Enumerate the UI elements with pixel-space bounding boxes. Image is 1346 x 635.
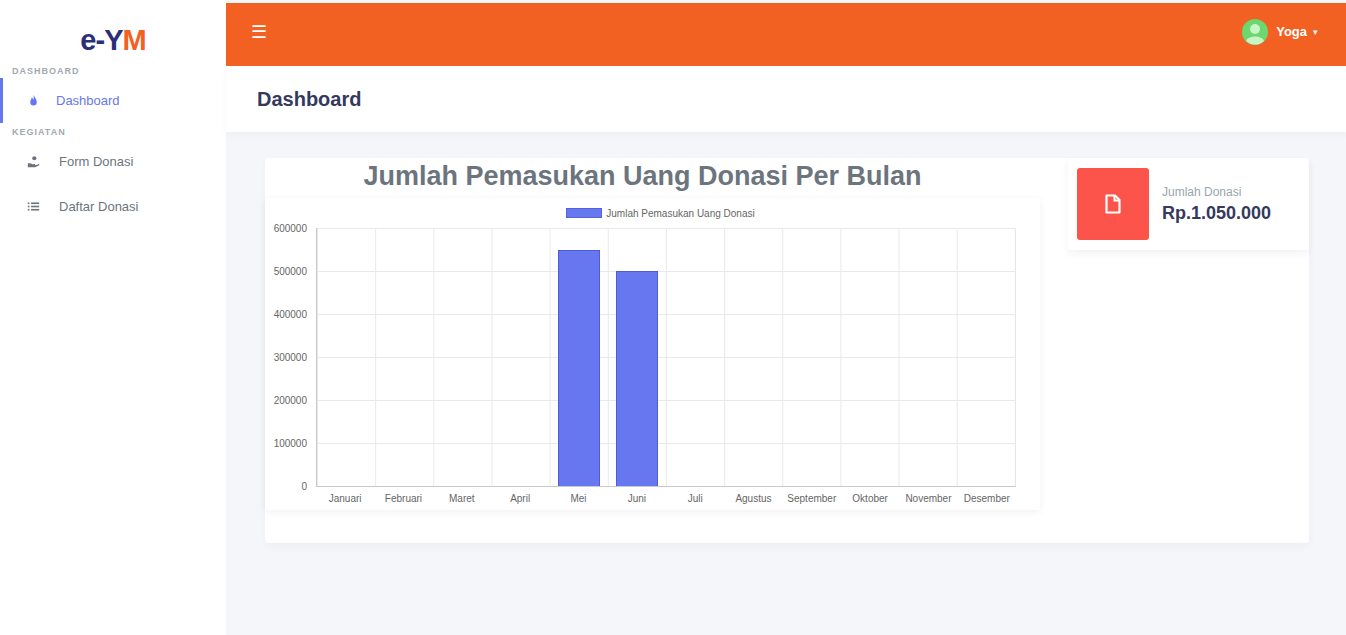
- bar[interactable]: [616, 271, 658, 486]
- menu-toggle[interactable]: ☰: [251, 23, 267, 41]
- stat-text: Jumlah Donasi Rp.1.050.000: [1162, 185, 1271, 224]
- stat-value: Rp.1.050.000: [1162, 203, 1271, 224]
- file-icon: [1105, 194, 1121, 214]
- logo-part: M: [122, 24, 145, 56]
- bar-slot: [375, 228, 433, 486]
- x-tick: Oktober: [841, 493, 899, 504]
- sidebar: e-YMDASHBOARDDashboardKEGIATANForm Donas…: [0, 0, 226, 635]
- dashboard-card: Jumlah Pemasukan Uang Donasi Per BulanJu…: [265, 158, 1309, 543]
- bar-slot: [841, 228, 899, 486]
- stat-card: Jumlah Donasi Rp.1.050.000: [1068, 158, 1309, 250]
- chart-column: Jumlah Pemasukan Uang Donasi Per BulanJu…: [265, 158, 1040, 543]
- legend-swatch: [566, 208, 602, 218]
- sidebar-item[interactable]: Form Donasi: [0, 139, 226, 184]
- x-tick: Juli: [666, 493, 724, 504]
- list-icon: [27, 200, 40, 213]
- bar-slot: [957, 228, 1015, 486]
- sidebar-item-label: Dashboard: [56, 93, 120, 108]
- x-tick: November: [899, 493, 957, 504]
- bar-slot: [433, 228, 491, 486]
- logo[interactable]: e-YM: [0, 0, 226, 62]
- page-title: Dashboard: [257, 88, 361, 111]
- x-tick: Agustus: [724, 493, 782, 504]
- sidebar-item-label: Form Donasi: [59, 154, 133, 169]
- stat-icon-box: [1077, 168, 1149, 240]
- hand-holding-icon: [27, 155, 40, 168]
- user-menu[interactable]: Yoga ▾: [1242, 19, 1318, 45]
- menu-header: DASHBOARD: [0, 62, 226, 78]
- stat-label: Jumlah Donasi: [1162, 185, 1271, 199]
- content: Jumlah Pemasukan Uang Donasi Per BulanJu…: [226, 132, 1346, 543]
- x-tick: April: [491, 493, 549, 504]
- bar-slot: [550, 228, 608, 486]
- x-tick: Februari: [374, 493, 432, 504]
- x-tick: September: [783, 493, 841, 504]
- app: e-YMDASHBOARDDashboardKEGIATANForm Donas…: [0, 0, 1346, 635]
- x-tick: Januari: [316, 493, 374, 504]
- bar-chart: Jumlah Pemasukan Uang Donasi 600000500000…: [265, 198, 1040, 510]
- plot-column: JanuariFebruariMaretAprilMeiJuniJuliAgus…: [316, 228, 1016, 504]
- avatar-icon: [1242, 19, 1268, 45]
- bar-slot: [782, 228, 840, 486]
- bar-slot: [899, 228, 957, 486]
- page-header: Dashboard: [226, 66, 1346, 132]
- bar-slot: [724, 228, 782, 486]
- bar[interactable]: [558, 250, 600, 487]
- x-tick: Mei: [549, 493, 607, 504]
- chart-title: Jumlah Pemasukan Uang Donasi Per Bulan: [265, 158, 1040, 198]
- sidebar-item[interactable]: Daftar Donasi: [0, 184, 226, 229]
- bar-slot: [492, 228, 550, 486]
- sidebar-item[interactable]: Dashboard: [0, 78, 226, 123]
- topbar: ☰ Yoga ▾: [226, 3, 1346, 66]
- user-name: Yoga: [1276, 24, 1307, 39]
- x-axis: JanuariFebruariMaretAprilMeiJuniJuliAgus…: [316, 487, 1016, 504]
- chart-body: 6000005000004000003000002000001000000Jan…: [265, 228, 1016, 504]
- bar-slot: [666, 228, 724, 486]
- bar-slot: [317, 228, 375, 486]
- caret-icon: ▾: [1313, 27, 1318, 37]
- x-tick: Desember: [958, 493, 1016, 504]
- plot-area: [316, 228, 1016, 487]
- sidebar-item-label: Daftar Donasi: [59, 199, 138, 214]
- logo-part: e-Y: [80, 24, 122, 56]
- x-tick: Juni: [608, 493, 666, 504]
- y-axis: 6000005000004000003000002000001000000: [265, 228, 316, 487]
- legend-label: Jumlah Pemasukan Uang Donasi: [606, 208, 754, 219]
- bar-slot: [608, 228, 666, 486]
- chart-legend[interactable]: Jumlah Pemasukan Uang Donasi: [265, 206, 1016, 220]
- x-tick: Maret: [433, 493, 491, 504]
- main: ☰ Yoga ▾ Dashboard Jumlah Pemasukan Uang Don…: [226, 0, 1346, 635]
- fire-icon: [27, 94, 40, 107]
- menu-header: KEGIATAN: [0, 123, 226, 139]
